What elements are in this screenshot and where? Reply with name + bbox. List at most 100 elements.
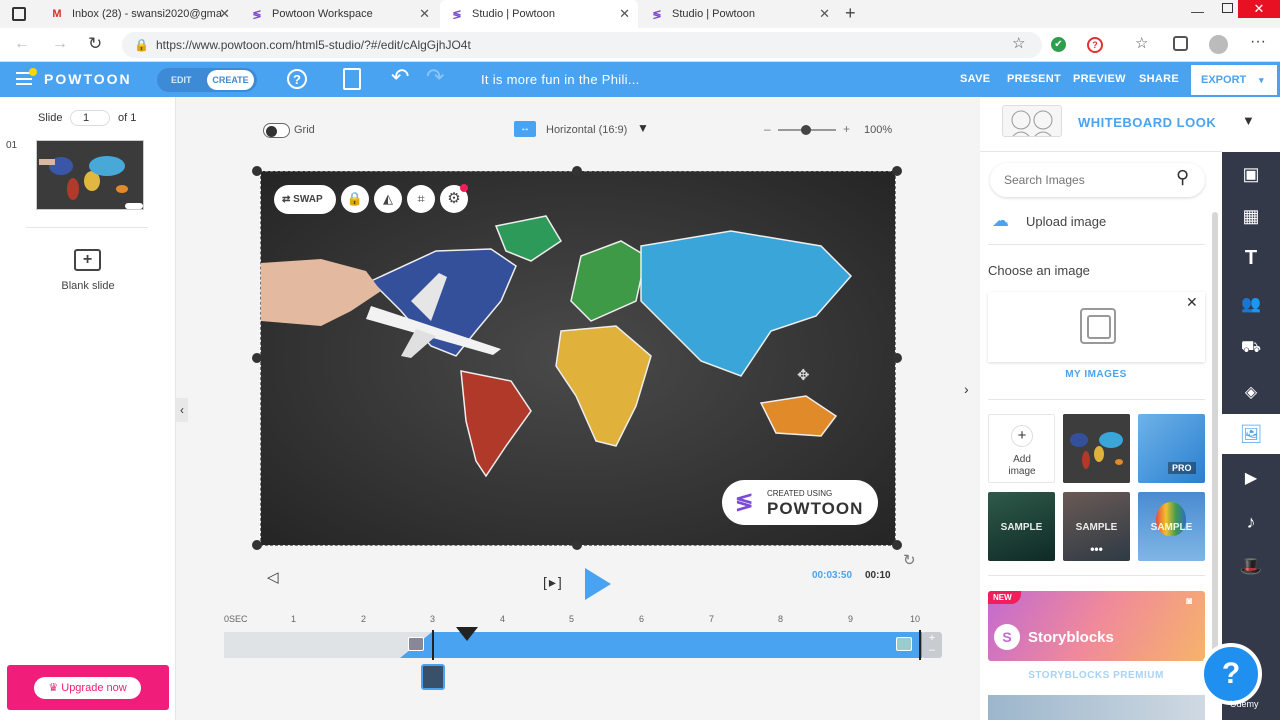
- favorites-icon[interactable]: ☆: [1135, 34, 1148, 52]
- my-images-label[interactable]: MY IMAGES: [980, 369, 1212, 380]
- browser-tab-studio-active[interactable]: ≶ Studio | Powtoon ✕: [440, 0, 638, 28]
- resize-handle-t[interactable]: [572, 166, 582, 176]
- profile-avatar[interactable]: [1209, 35, 1228, 54]
- timeline-enter-handle[interactable]: [408, 637, 424, 651]
- browser-tab-workspace[interactable]: ≶ Powtoon Workspace ✕: [240, 0, 438, 28]
- lock-icon[interactable]: 🔒: [341, 185, 369, 213]
- storyblocks-premium-label[interactable]: STORYBLOCKS PREMIUM: [980, 670, 1212, 681]
- rotate-handle-icon[interactable]: ↻: [903, 551, 916, 569]
- text-icon[interactable]: T: [1222, 238, 1280, 278]
- resize-handle-tl[interactable]: [252, 166, 262, 176]
- close-icon[interactable]: ✕: [219, 6, 230, 22]
- refresh-icon[interactable]: ↻: [88, 34, 102, 54]
- blank-slide-label[interactable]: Blank slide: [0, 280, 176, 292]
- crop-icon[interactable]: ⌗: [407, 185, 435, 213]
- timeline-layer-thumbnail[interactable]: [421, 664, 445, 690]
- upgrade-button[interactable]: ♛ Upgrade now: [34, 677, 141, 699]
- look-dropdown-icon[interactable]: ▼: [1242, 113, 1255, 128]
- play-icon[interactable]: [585, 568, 611, 600]
- search-input[interactable]: [1004, 171, 1164, 189]
- share-button[interactable]: SHARE: [1139, 62, 1179, 97]
- close-icon[interactable]: ✕: [419, 6, 430, 22]
- save-button[interactable]: SAVE: [960, 62, 990, 97]
- slide-stage[interactable]: ⇄ SWAP 🔒 ◭ ⌗ ⚙ ≶ CREATED USING POWTOON ✥: [261, 171, 895, 545]
- slide-thumbnail[interactable]: [36, 140, 144, 210]
- characters-icon[interactable]: 👥: [1222, 284, 1280, 324]
- window-close-icon[interactable]: ✕: [1238, 0, 1280, 18]
- zoom-slider[interactable]: [778, 125, 836, 135]
- extension-red-icon[interactable]: ?: [1087, 37, 1103, 53]
- props-icon[interactable]: ⛟: [1222, 328, 1280, 368]
- orientation-icon[interactable]: ↔: [514, 121, 536, 137]
- help-bubble-button[interactable]: ?: [1200, 643, 1262, 705]
- whiteboard-look-thumbnail[interactable]: [1002, 105, 1062, 137]
- more-menu-icon[interactable]: ···: [1250, 33, 1266, 51]
- add-slide-icon[interactable]: +: [74, 249, 101, 271]
- extension-check-icon[interactable]: ✔: [1051, 37, 1066, 52]
- images-icon[interactable]: 🖼: [1222, 414, 1280, 454]
- flip-icon[interactable]: ◭: [374, 185, 402, 213]
- search-images-field[interactable]: ⚲: [990, 163, 1205, 197]
- zoom-in-icon[interactable]: +: [843, 122, 850, 136]
- resize-handle-bl[interactable]: [252, 540, 262, 550]
- notes-icon[interactable]: [343, 68, 361, 90]
- image-thumb-dog[interactable]: SAMPLE •••: [1063, 492, 1130, 561]
- forward-icon[interactable]: →: [52, 35, 68, 53]
- upload-cloud-icon[interactable]: ☁: [992, 211, 1009, 231]
- collapse-left-panel-icon[interactable]: ‹: [176, 398, 188, 422]
- close-icon[interactable]: ✕: [619, 6, 630, 22]
- play-scene-icon[interactable]: [▸]: [543, 574, 564, 591]
- resize-handle-r[interactable]: [892, 353, 902, 363]
- storyblocks-next-thumbnail[interactable]: [988, 695, 1205, 720]
- favorite-star-icon[interactable]: ☆: [1012, 34, 1025, 52]
- restore-icon[interactable]: [1222, 3, 1233, 13]
- present-button[interactable]: PRESENT: [1007, 62, 1061, 97]
- storyblocks-banner[interactable]: NEW S Storyblocks ◙: [988, 591, 1205, 661]
- music-icon[interactable]: ♪: [1222, 502, 1280, 542]
- playhead-marker[interactable]: [456, 627, 478, 641]
- backgrounds-icon[interactable]: ▦: [1222, 196, 1280, 236]
- tab-actions-icon[interactable]: [12, 7, 26, 21]
- browser-tab-studio[interactable]: ≶ Studio | Powtoon ✕: [640, 0, 838, 28]
- orientation-dropdown-icon[interactable]: ▼: [637, 121, 649, 135]
- image-thumb-balloon[interactable]: SAMPLE: [1138, 492, 1205, 561]
- export-button[interactable]: EXPORT ▾: [1191, 65, 1277, 95]
- close-icon[interactable]: ✕: [819, 6, 830, 22]
- help-icon[interactable]: ?: [287, 69, 307, 89]
- look-title[interactable]: WHITEBOARD LOOK: [1078, 115, 1216, 130]
- undo-icon[interactable]: ↶: [391, 64, 409, 90]
- sound-icon[interactable]: ◁: [267, 568, 279, 586]
- mode-create[interactable]: CREATE: [207, 70, 254, 90]
- shapes-icon[interactable]: ◈: [1222, 372, 1280, 412]
- presentation-title[interactable]: It is more fun in the Phili...: [481, 62, 640, 97]
- resize-handle-b[interactable]: [572, 540, 582, 550]
- browser-tab-gmail[interactable]: M Inbox (28) - swansi2020@gmail.c ✕: [40, 0, 238, 28]
- expand-right-panel-icon[interactable]: ›: [964, 381, 969, 397]
- swap-button[interactable]: ⇄ SWAP: [274, 185, 336, 214]
- url-field[interactable]: 🔒 https://www.powtoon.com/html5-studio/?…: [122, 32, 1042, 58]
- new-tab-icon[interactable]: +: [845, 3, 856, 24]
- close-icon[interactable]: ✕: [1186, 294, 1198, 311]
- video-icon[interactable]: ▶: [1222, 458, 1280, 498]
- resize-handle-br[interactable]: [892, 540, 902, 550]
- image-thumb-leaves[interactable]: SAMPLE: [988, 492, 1055, 561]
- magic-hat-icon[interactable]: 🎩: [1222, 546, 1280, 586]
- orientation-label[interactable]: Horizontal (16:9): [546, 124, 627, 136]
- back-icon[interactable]: ←: [14, 35, 30, 53]
- timeline-zoom-buttons[interactable]: + –: [922, 632, 942, 658]
- timeline-element-bar[interactable]: [432, 632, 922, 658]
- zoom-out-icon[interactable]: –: [764, 122, 771, 136]
- grid-toggle[interactable]: [263, 123, 290, 138]
- mode-toggle[interactable]: EDIT CREATE: [157, 68, 257, 92]
- timeline-exit-handle[interactable]: [896, 637, 912, 651]
- search-icon[interactable]: ⚲: [1176, 167, 1189, 188]
- preview-button[interactable]: PREVIEW: [1073, 62, 1126, 97]
- upgrade-banner[interactable]: ♛ Upgrade now: [7, 665, 169, 710]
- resize-handle-l[interactable]: [252, 353, 262, 363]
- more-options-icon[interactable]: •••: [1063, 542, 1130, 556]
- redo-icon[interactable]: ↷: [426, 64, 444, 90]
- mode-edit[interactable]: EDIT: [171, 68, 192, 92]
- upload-image-link[interactable]: Upload image: [1026, 214, 1106, 229]
- scrollbar[interactable]: [1212, 212, 1218, 682]
- powtoon-logo[interactable]: POWTOON: [44, 62, 132, 97]
